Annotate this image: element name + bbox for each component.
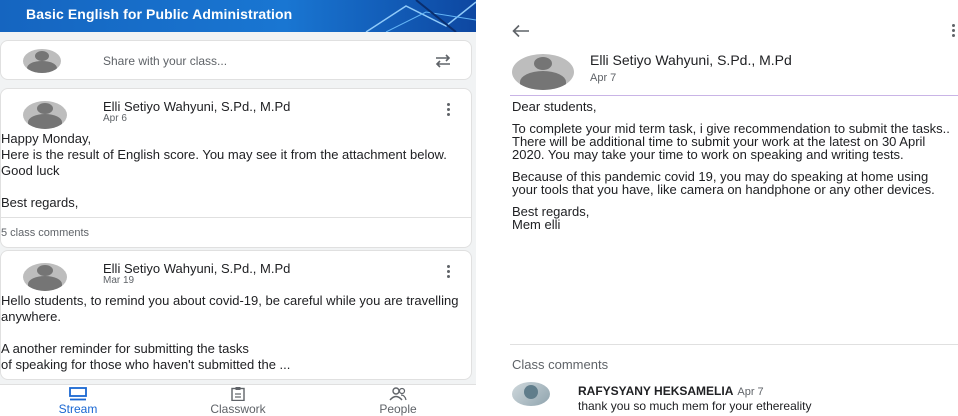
post-body: Dear students, To complete your mid term… [512, 100, 956, 240]
avatar [23, 49, 61, 73]
nav-label: People [379, 402, 417, 416]
commenter-name: RAFYSYANY HEKSAMELIA Apr 7 [578, 384, 764, 398]
share-input[interactable]: Share with your class... [103, 54, 227, 68]
nav-tab-people[interactable]: People [338, 385, 458, 416]
avatar [23, 263, 67, 291]
post-paragraph: Because of this pandemic covid 19, you m… [512, 169, 935, 197]
class-title: Basic English for Public Administration [26, 6, 293, 22]
class-comments-title: Class comments [512, 357, 609, 372]
nav-label: Classwork [210, 402, 266, 416]
divider [510, 95, 958, 96]
banner-decoration-icon [365, 0, 476, 32]
people-icon [389, 387, 407, 401]
back-arrow-icon[interactable] [512, 24, 530, 38]
stream-post[interactable]: Elli Setiyo Wahyuni, S.Pd., M.Pd Mar 19 … [0, 250, 472, 380]
stream-panel: Basic English for Public Administration … [0, 0, 476, 416]
commenter-avatar [512, 382, 550, 406]
commenter-name-text: RAFYSYANY HEKSAMELIA [578, 384, 734, 398]
post-paragraph: Best regards, Mem elli [512, 204, 590, 232]
share-with-class-box[interactable]: Share with your class... [0, 40, 472, 80]
repost-icon[interactable] [433, 52, 453, 70]
class-comments-link[interactable]: 5 class comments [1, 217, 471, 239]
post-paragraph: To complete your mid term task, i give r… [512, 121, 950, 162]
comment-text: thank you so much mem for your ethereali… [578, 399, 812, 413]
post-detail-panel: Elli Setiyo Wahyuni, S.Pd., M.Pd Apr 7 D… [496, 0, 958, 416]
class-banner[interactable]: Basic English for Public Administration [0, 0, 476, 32]
nav-tab-stream[interactable]: Stream [18, 385, 138, 416]
post-paragraph: Dear students, [512, 99, 597, 114]
post-date: Mar 19 [103, 275, 135, 286]
post-author: Elli Setiyo Wahyuni, S.Pd., M.Pd [103, 99, 291, 114]
more-options-icon[interactable] [447, 265, 451, 279]
stream-icon [69, 387, 87, 401]
comment-date: Apr 7 [737, 386, 764, 398]
post-body: Hello students, to remind you about covi… [1, 293, 459, 372]
post-author: Elli Setiyo Wahyuni, S.Pd., M.Pd [103, 261, 291, 276]
post-author: Elli Setiyo Wahyuni, S.Pd., M.Pd [590, 52, 792, 68]
post-date: Apr 7 [590, 72, 617, 84]
more-options-icon[interactable] [952, 24, 956, 38]
avatar [23, 101, 67, 129]
avatar [512, 54, 574, 90]
classwork-icon [231, 387, 245, 401]
stream-post[interactable]: Elli Setiyo Wahyuni, S.Pd., M.Pd Apr 6 H… [0, 88, 472, 248]
more-options-icon[interactable] [447, 103, 451, 117]
bottom-navigation: Stream Classwork People [0, 384, 476, 416]
divider [510, 344, 958, 345]
nav-tab-classwork[interactable]: Classwork [178, 385, 298, 416]
post-date: Apr 6 [103, 113, 127, 124]
post-body: Happy Monday, Here is the result of Engl… [1, 131, 447, 210]
nav-label: Stream [58, 402, 98, 416]
